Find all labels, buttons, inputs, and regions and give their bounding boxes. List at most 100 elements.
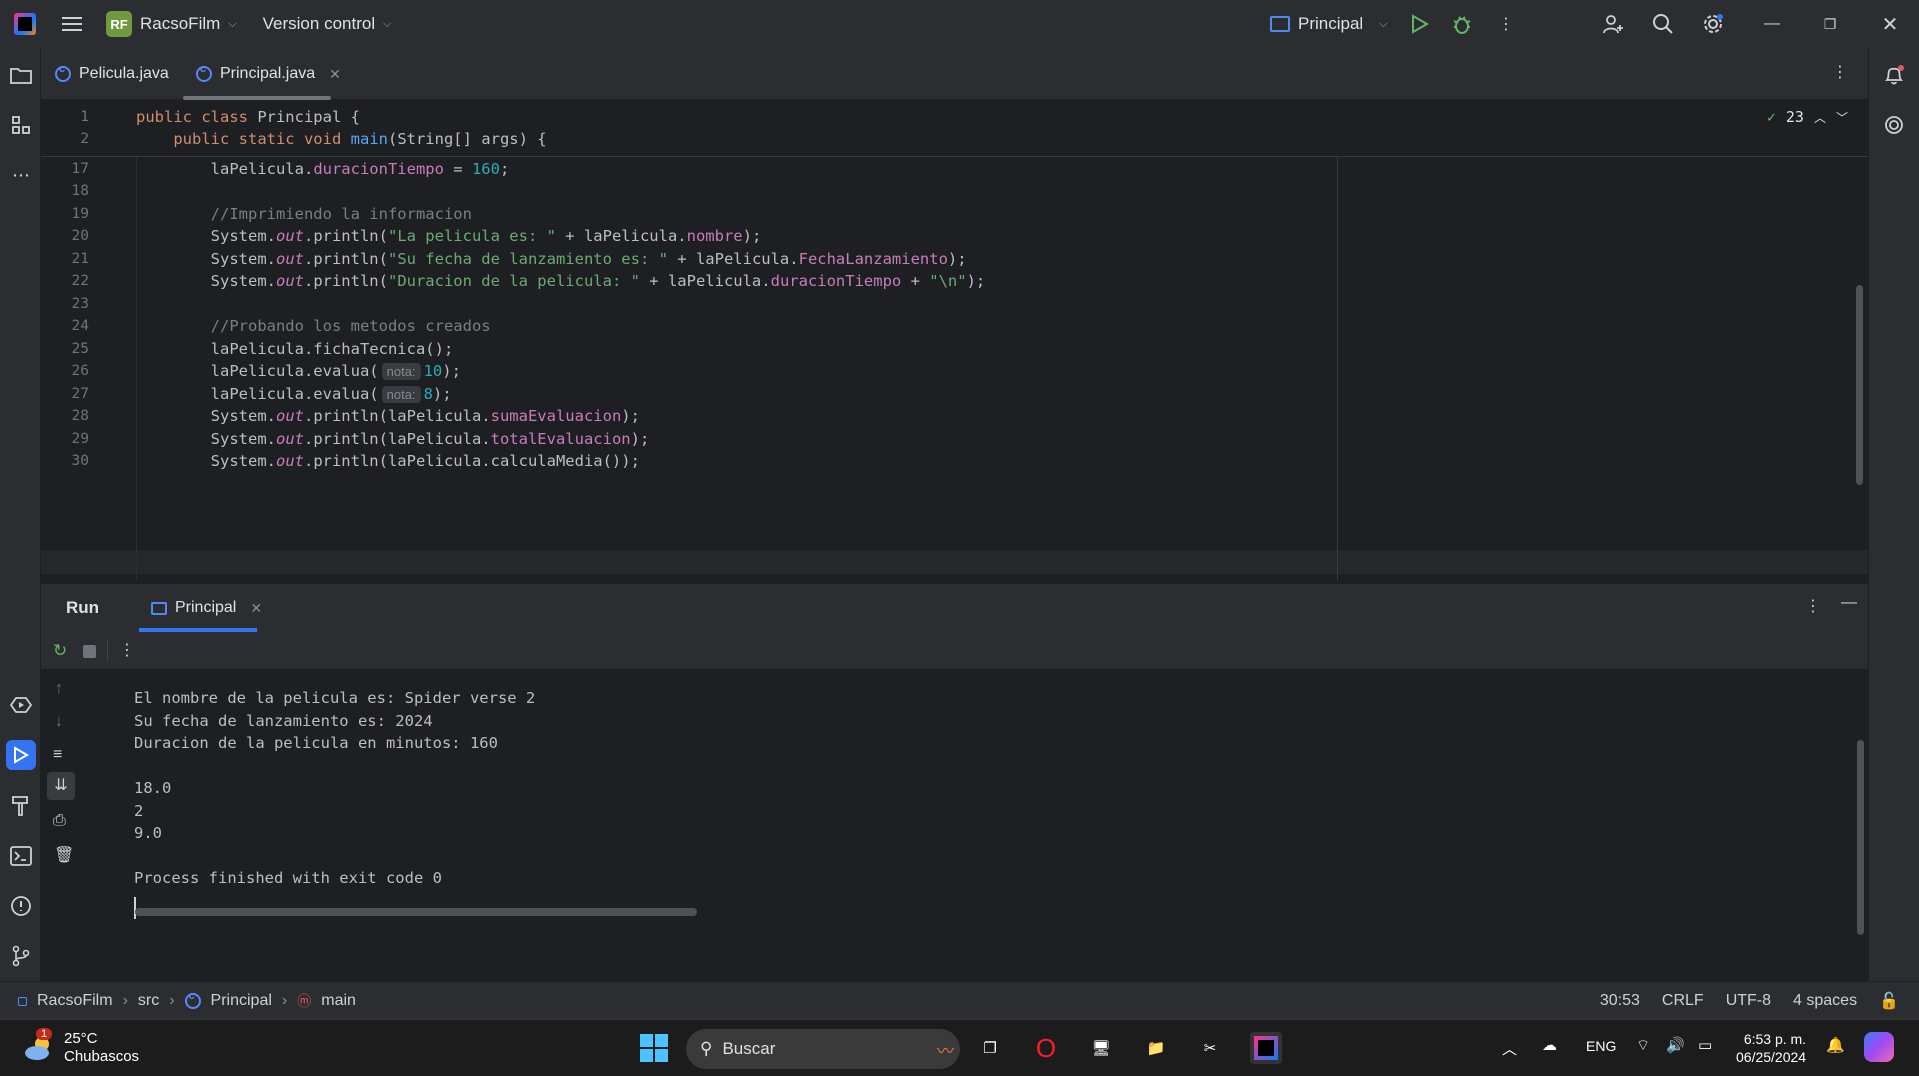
line-number[interactable]: 25	[41, 338, 89, 360]
run-panel-options-button[interactable]: ⋮	[1805, 596, 1821, 616]
chevron-down-icon[interactable]: ⌵	[383, 18, 391, 31]
code-text[interactable]: System.out.println("La pelicula es: " + …	[136, 225, 762, 247]
line-number[interactable]: 19	[41, 203, 89, 225]
file-explorer-button[interactable]: 📁	[1140, 1032, 1172, 1064]
project-badge[interactable]: RF	[106, 11, 132, 37]
scroll-to-end-icon[interactable]: ⇊	[47, 772, 75, 800]
code-line[interactable]: 22 System.out.println("Duracion de la pe…	[41, 270, 1868, 292]
code-line[interactable]: 17 laPelicula.duracionTiempo = 160;	[41, 158, 1868, 180]
breadcrumb-project[interactable]: RacsoFilm	[37, 992, 113, 1010]
code-text[interactable]: System.out.println(laPelicula.totalEvalu…	[136, 428, 650, 450]
code-line[interactable]: 28 System.out.println(laPelicula.sumaEva…	[41, 405, 1868, 427]
clock[interactable]: 6:53 p. m. 06/25/2024	[1736, 1030, 1806, 1066]
caret-position[interactable]: 30:53	[1600, 992, 1640, 1010]
code-text[interactable]: //Imprimiendo la informacion	[136, 203, 472, 225]
run-config-selector[interactable]: Principal ⌵	[1270, 0, 1388, 48]
hide-panel-button[interactable]: —	[1841, 594, 1857, 612]
code-text[interactable]: laPelicula.evalua(nota: 10);	[136, 360, 461, 383]
code-line[interactable]: 29 System.out.println(laPelicula.totalEv…	[41, 428, 1868, 450]
code-editor[interactable]: 16 laPelicula.FechaLanzamiento = 2024;17…	[41, 100, 1868, 580]
code-line[interactable]: 23	[41, 293, 1868, 315]
onedrive-icon[interactable]: ☁	[1542, 1036, 1557, 1054]
show-hidden-icons-button[interactable]: ︿	[1502, 1038, 1517, 1059]
line-number[interactable]: 2	[41, 128, 89, 150]
code-line[interactable]: 20 System.out.println("La pelicula es: "…	[41, 225, 1868, 247]
arrow-up-icon[interactable]: ↑	[55, 680, 63, 698]
chevron-down-icon[interactable]: ⌵	[228, 18, 236, 31]
debug-button[interactable]	[1450, 12, 1474, 36]
unlock-icon[interactable]: 🔓	[1879, 991, 1899, 1011]
code-line[interactable]: 1 public class Principal {	[41, 106, 1868, 128]
chevron-up-icon[interactable]: ︿	[1814, 109, 1826, 126]
opera-button[interactable]: O	[1030, 1032, 1062, 1064]
copilot-icon[interactable]	[1864, 1032, 1894, 1062]
start-button[interactable]	[638, 1032, 670, 1064]
code-line[interactable]: 30 System.out.println(laPelicula.calcula…	[41, 450, 1868, 472]
code-line[interactable]: 2 public static void main(String[] args)…	[41, 128, 1868, 150]
intellij-logo-icon[interactable]	[14, 13, 36, 35]
project-name[interactable]: RacsoFilm	[140, 14, 220, 34]
line-number[interactable]: 17	[41, 158, 89, 180]
console-vertical-scrollbar[interactable]	[1857, 740, 1864, 935]
notification-center-icon[interactable]: 🔔	[1826, 1036, 1845, 1054]
run-button[interactable]	[1408, 12, 1432, 36]
close-tab-icon[interactable]: ✕	[329, 66, 341, 83]
file-manager-app-button[interactable]: 🖥	[1085, 1032, 1117, 1064]
taskbar-search[interactable]: ⚲ Buscar 〰	[686, 1029, 960, 1069]
search-everywhere-button[interactable]	[1651, 12, 1675, 36]
main-menu-button[interactable]	[60, 0, 84, 48]
breadcrumb-class[interactable]: Principal	[211, 992, 272, 1010]
code-text[interactable]: laPelicula.fichaTecnica();	[136, 338, 454, 360]
code-text[interactable]: laPelicula.duracionTiempo = 160;	[136, 158, 510, 180]
volume-icon[interactable]: 🔊	[1666, 1036, 1685, 1054]
services-tool-button[interactable]	[8, 692, 34, 718]
line-number[interactable]: 27	[41, 383, 89, 405]
more-vertical-icon[interactable]: ⋮	[119, 640, 135, 660]
tab-principal-java[interactable]: Principal.java ✕	[196, 48, 341, 100]
weather-widget[interactable]: 1	[22, 1028, 56, 1064]
line-number[interactable]: 1	[41, 106, 89, 128]
code-line[interactable]: 24 //Probando los metodos creados	[41, 315, 1868, 337]
tab-pelicula-java[interactable]: Pelicula.java	[55, 48, 169, 100]
soft-wrap-icon[interactable]: ≡	[53, 746, 62, 764]
project-tool-button[interactable]	[8, 62, 34, 88]
trash-icon[interactable]: 🗑	[54, 845, 74, 865]
more-actions-button[interactable]: ⋮	[1494, 12, 1518, 36]
minimize-button[interactable]: —	[1760, 12, 1784, 36]
code-line[interactable]: 18	[41, 180, 1868, 202]
code-text[interactable]: //Probando los metodos creados	[136, 315, 491, 337]
tab-run-principal[interactable]: Principal ✕	[151, 584, 262, 632]
line-number[interactable]: 22	[41, 270, 89, 292]
notifications-button[interactable]	[1881, 62, 1907, 88]
code-text[interactable]: public class Principal {	[136, 106, 360, 128]
rerun-icon[interactable]: ↻	[53, 641, 67, 661]
close-window-button[interactable]: ✕	[1878, 12, 1902, 36]
breadcrumb-src[interactable]: src	[138, 992, 159, 1010]
editor-scrollbar[interactable]	[1856, 285, 1863, 485]
tab-options-button[interactable]: ⋮	[1832, 62, 1848, 82]
line-number[interactable]: 21	[41, 248, 89, 270]
ai-assistant-button[interactable]	[1881, 112, 1907, 138]
code-line[interactable]: 25 laPelicula.fichaTecnica();	[41, 338, 1868, 360]
line-number[interactable]: 30	[41, 450, 89, 472]
close-tab-icon[interactable]: ✕	[250, 600, 262, 617]
code-line[interactable]: 21 System.out.println("Su fecha de lanza…	[41, 248, 1868, 270]
arrow-down-icon[interactable]: ↓	[55, 713, 63, 731]
code-text[interactable]: System.out.println(laPelicula.calculaMed…	[136, 450, 640, 472]
wifi-icon[interactable]: ⌔	[1636, 1036, 1650, 1055]
run-tool-button[interactable]	[6, 740, 36, 770]
print-icon[interactable]: ⎙	[53, 812, 66, 830]
code-text[interactable]: System.out.println("Duracion de la pelic…	[136, 270, 986, 292]
settings-button[interactable]	[1701, 12, 1725, 36]
code-with-me-button[interactable]	[1601, 12, 1625, 36]
build-tool-button[interactable]	[8, 793, 34, 819]
breadcrumb-method[interactable]: main	[321, 992, 356, 1010]
restore-button[interactable]: ❐	[1818, 12, 1842, 36]
snipping-tool-button[interactable]: ✂	[1194, 1032, 1226, 1064]
stop-icon[interactable]	[83, 645, 96, 658]
code-line[interactable]: 26 laPelicula.evalua(nota: 10);	[41, 360, 1868, 382]
code-line[interactable]: 27 laPelicula.evalua(nota: 8);	[41, 383, 1868, 405]
intellij-taskbar-button[interactable]	[1250, 1032, 1282, 1064]
console-horizontal-scrollbar[interactable]	[135, 908, 697, 916]
line-number[interactable]: 20	[41, 225, 89, 247]
